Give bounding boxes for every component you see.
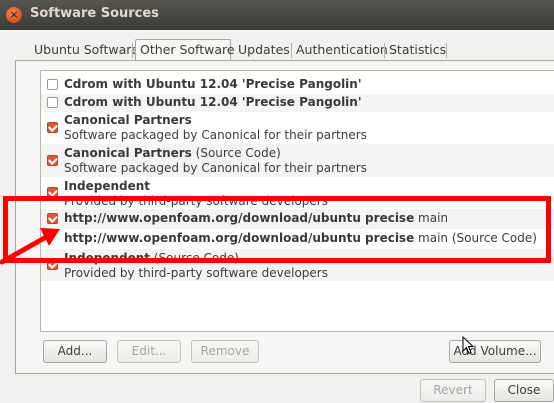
source-name: http://www.openfoam.org/download/ubuntu …	[64, 231, 415, 245]
add-button[interactable]: Add...	[43, 340, 107, 363]
tab-statistics[interactable]: Statistics	[385, 40, 450, 60]
source-name: Cdrom with Ubuntu 12.04 'Precise Pangoli…	[64, 95, 362, 109]
source-suffix: main	[414, 211, 449, 225]
source-suffix: (Source Code)	[150, 251, 239, 265]
source-description: Software packaged by Canonical for their…	[64, 128, 367, 142]
source-suffix: (Source Code)	[191, 146, 281, 160]
source-name: Independent	[64, 179, 151, 193]
source-checkbox[interactable]	[47, 122, 58, 133]
tab-authentication[interactable]: Authentication	[292, 40, 392, 60]
list-item[interactable]: Canonical Partners (Source Code) Softwar…	[41, 144, 554, 177]
close-window-icon[interactable]: ×	[6, 7, 22, 23]
list-item[interactable]: http://www.openfoam.org/download/ubuntu …	[41, 229, 554, 249]
list-item[interactable]: Cdrom with Ubuntu 12.04 'Precise Pangoli…	[41, 94, 554, 112]
sources-list[interactable]: Cdrom with Ubuntu 12.04 'Precise Pangoli…	[40, 70, 554, 332]
source-suffix: main (Source Code)	[414, 231, 537, 245]
source-checkbox[interactable]	[47, 213, 58, 224]
window-title: Software Sources	[30, 6, 159, 21]
source-checkbox[interactable]	[47, 79, 58, 90]
source-checkbox[interactable]	[47, 259, 58, 270]
titlebar: × Software Sources	[0, 0, 554, 30]
list-item[interactable]: Canonical Partners Software packaged by …	[41, 112, 554, 144]
tab-other-software[interactable]: Other Software	[135, 39, 235, 60]
list-item[interactable]: http://www.openfoam.org/download/ubuntu …	[41, 209, 554, 229]
tab-updates[interactable]: Updates	[234, 40, 294, 60]
source-checkbox[interactable]	[47, 187, 58, 198]
list-item[interactable]: Cdrom with Ubuntu 12.04 'Precise Pangoli…	[41, 76, 554, 94]
close-button[interactable]: Close	[494, 379, 554, 402]
tab-separator	[446, 43, 447, 58]
edit-button[interactable]: Edit...	[117, 340, 181, 363]
source-name: Cdrom with Ubuntu 12.04 'Precise Pangoli…	[64, 77, 362, 91]
list-item[interactable]: Independent (Source Code) Provided by th…	[41, 249, 554, 281]
source-name: Canonical Partners	[64, 113, 192, 127]
software-sources-window: × Software Sources Ubuntu Software Other…	[0, 0, 554, 403]
remove-button[interactable]: Remove	[191, 340, 259, 363]
source-description: Software packaged by Canonical for their…	[64, 161, 367, 175]
tab-ubuntu-software[interactable]: Ubuntu Software	[30, 40, 143, 60]
source-name: Canonical Partners	[64, 146, 192, 160]
source-checkbox[interactable]	[47, 97, 58, 108]
mouse-cursor-icon	[462, 336, 475, 355]
source-description: Provided by third-party software develop…	[64, 266, 328, 280]
source-checkbox[interactable]	[47, 155, 58, 166]
revert-button[interactable]: Revert	[420, 379, 486, 402]
list-item[interactable]: Independent Provided by third-party soft…	[41, 177, 554, 209]
tab-separator	[132, 43, 133, 58]
source-name: http://www.openfoam.org/download/ubuntu …	[64, 211, 415, 225]
source-description: Provided by third-party software develop…	[64, 194, 328, 208]
source-name: Independent	[64, 251, 151, 265]
